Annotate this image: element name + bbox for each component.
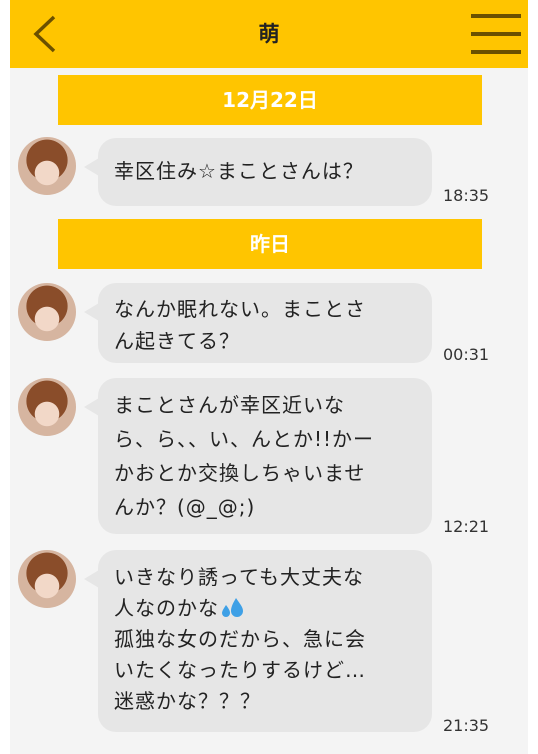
message-line: 迷惑かな？？？ [114, 689, 261, 713]
message-line-text: 人なのかな [114, 596, 219, 620]
message-line: ら、ら、、い、んとか!!かー [114, 427, 375, 451]
message-time: 12:21 [443, 517, 490, 536]
message-line: いきなり誘っても大丈夫な [114, 565, 364, 589]
avatar[interactable] [18, 550, 76, 608]
message-line: ん起きてる？ [114, 329, 240, 353]
chat-partner-name: 萌 [258, 22, 280, 46]
date-separator: 12月22日 [58, 75, 482, 125]
message-line: なんか眠れない。まことさ [114, 297, 366, 321]
sweat-drops-icon [222, 598, 243, 617]
message-line: まことさんが幸区近いな [114, 393, 345, 417]
message-time: 21:35 [443, 716, 490, 735]
avatar[interactable] [18, 378, 76, 436]
message-line-with-emoji: 人なのかな [114, 593, 416, 624]
message-line: かおとか交換しちゃいませ [114, 461, 366, 485]
avatar[interactable] [18, 283, 76, 341]
message-bubble: まことさんが幸区近いな ら、ら、、い、んとか!!かー かおとか交換しちゃいませ … [84, 378, 432, 534]
message-line: んか？(@_@;) [114, 495, 256, 519]
avatar[interactable] [18, 137, 76, 195]
message-time: 18:35 [443, 186, 490, 205]
message-line: いたくなったりするけど… [114, 658, 366, 682]
message-bubble: 幸区住み☆まことさんは？ [84, 138, 432, 206]
hamburger-menu-icon[interactable] [471, 12, 521, 56]
date-separator: 昨日 [58, 219, 482, 269]
message-line: 孤独な女のだから、急に会 [114, 627, 366, 651]
message-bubble: なんか眠れない。まことさ ん起きてる？ [84, 283, 432, 363]
message-bubble: いきなり誘っても大丈夫な 人なのかな 孤独な女のだから、急に会 いたくなったりす… [84, 550, 432, 732]
message-line: 幸区住み☆まことさんは？ [114, 159, 364, 183]
message-time: 00:31 [443, 345, 490, 364]
app-header: 萌 [10, 0, 528, 68]
